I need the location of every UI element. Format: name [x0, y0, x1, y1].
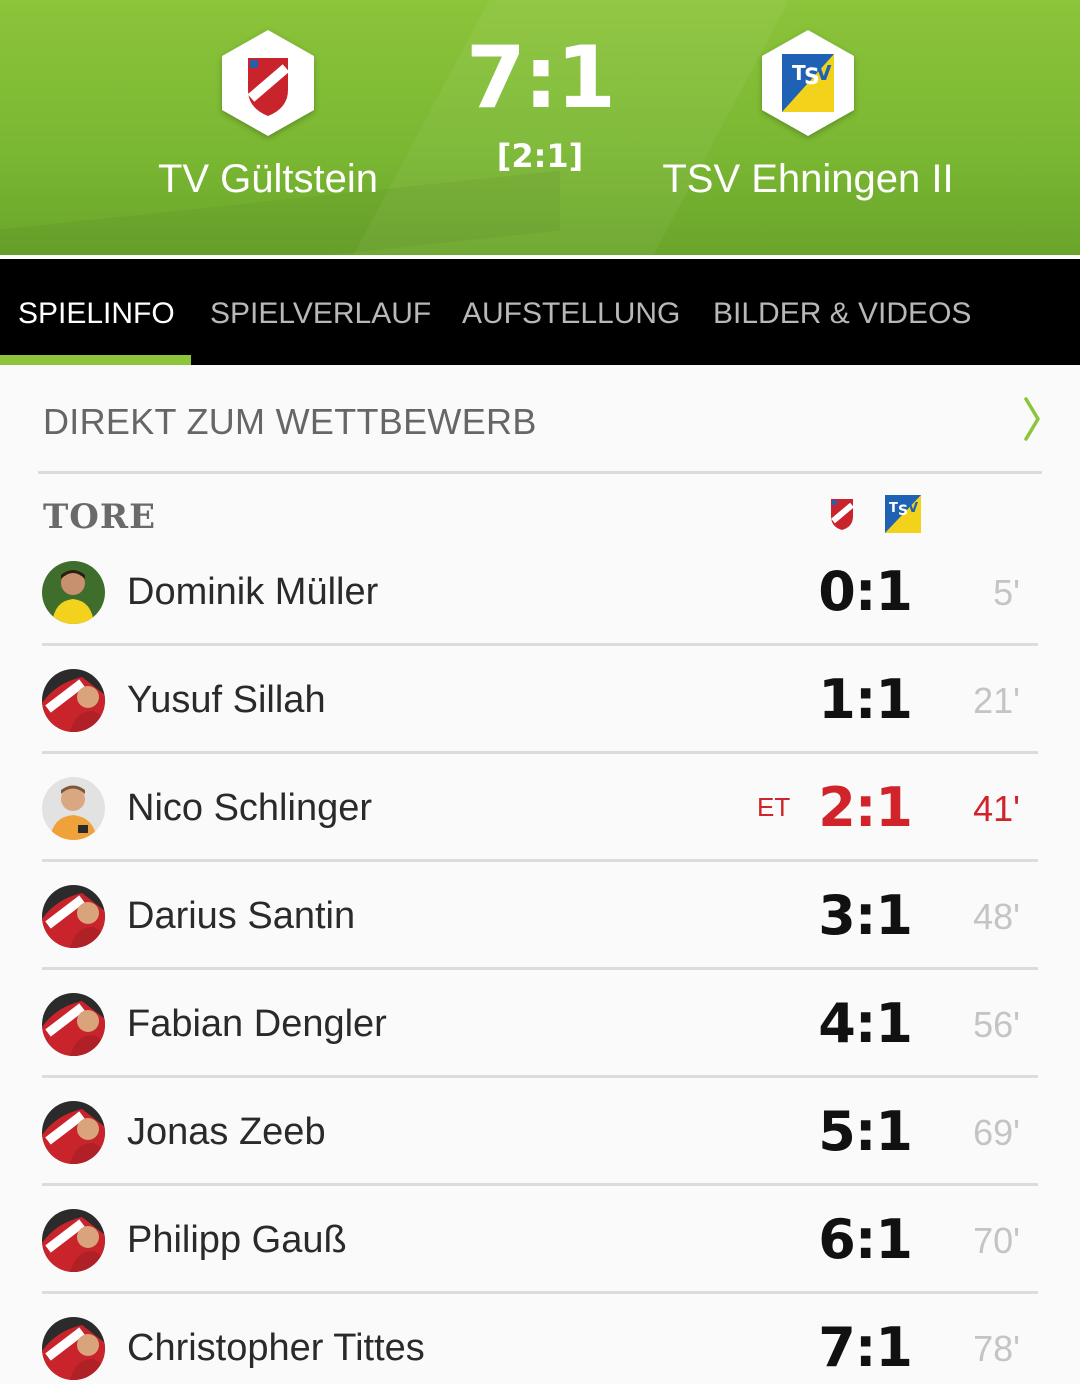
competition-link-label: DIREKT ZUM WETTBEWERB [43, 401, 537, 442]
goal-player-name: Darius Santin [127, 895, 356, 937]
goal-score: 6:1 [818, 1208, 913, 1271]
goal-player-name: Jonas Zeeb [127, 1111, 326, 1153]
goal-score: 4:1 [818, 992, 913, 1055]
goal-minute: 48' [973, 896, 1020, 937]
player-avatar [42, 1101, 105, 1164]
home-team[interactable]: TV Gültstein [78, 28, 458, 202]
goal-row[interactable]: Darius Santin 3:1 48' [42, 862, 1038, 970]
player-avatar [42, 561, 105, 624]
away-team[interactable]: T S V TSV Ehningen II [618, 28, 998, 202]
goal-row[interactable]: Dominik Müller 0:1 5' [42, 538, 1038, 646]
svg-text:V: V [908, 501, 918, 516]
tab-spielverlauf[interactable]: SPIELVERLAUF [210, 259, 431, 365]
halftime-score: [2:1] [496, 137, 584, 175]
svg-text:S: S [898, 503, 908, 519]
match-header: TV Gültstein 7:1 [2:1] T S V TSV Ehninge… [0, 0, 1080, 255]
goal-minute: 21' [973, 680, 1020, 721]
goal-player-name: Christopher Tittes [127, 1327, 425, 1369]
goal-score: 3:1 [818, 884, 913, 947]
goal-minute: 56' [973, 1004, 1020, 1045]
goal-player-name: Fabian Dengler [127, 1003, 387, 1045]
player-avatar [42, 993, 105, 1056]
goal-minute: 5' [993, 572, 1020, 613]
goal-player-name: Nico Schlinger [127, 787, 372, 829]
goal-row[interactable]: Christopher Tittes 7:1 78' [42, 1294, 1038, 1384]
goal-row[interactable]: Jonas Zeeb 5:1 69' [42, 1078, 1038, 1186]
goal-row[interactable]: Nico Schlinger ET 2:1 41' [42, 754, 1038, 862]
goal-minute: 69' [973, 1112, 1020, 1153]
goal-row[interactable]: Yusuf Sillah 1:1 21' [42, 646, 1038, 754]
goal-player-name: Philipp Gauß [127, 1219, 347, 1261]
goal-score: 0:1 [818, 560, 913, 623]
tab-aufstellung[interactable]: AUFSTELLUNG [462, 259, 680, 365]
svg-text:V: V [816, 61, 832, 85]
home-team-mini-crest-icon [826, 496, 858, 532]
player-avatar [42, 1317, 105, 1380]
tab-bilder-videos[interactable]: BILDER & VIDEOS [713, 259, 971, 365]
home-team-crest-icon [218, 28, 318, 138]
competition-link[interactable]: DIREKT ZUM WETTBEWERB [38, 365, 1042, 474]
goal-score: 5:1 [818, 1100, 913, 1163]
goal-score: 7:1 [818, 1316, 913, 1379]
tab-bar: SPIELINFO SPIELVERLAUF AUFSTELLUNG BILDE… [0, 259, 1080, 365]
goal-minute: 78' [973, 1328, 1020, 1369]
goal-score: 2:1 [818, 776, 913, 839]
home-team-name: TV Gültstein [157, 157, 379, 201]
goal-minute: 70' [973, 1220, 1020, 1261]
away-team-crest-icon: T S V [758, 28, 858, 138]
goal-player-name: Yusuf Sillah [127, 679, 326, 721]
chevron-right-icon [1022, 395, 1042, 443]
goal-row[interactable]: Philipp Gauß 6:1 70' [42, 1186, 1038, 1294]
player-avatar [42, 777, 105, 840]
match-score: 7:1 [465, 28, 616, 128]
away-team-name: TSV Ehningen II [662, 157, 954, 201]
active-tab-indicator [0, 355, 191, 365]
goal-row[interactable]: Fabian Dengler 4:1 56' [42, 970, 1038, 1078]
away-team-mini-crest-icon: T S V [884, 494, 922, 534]
player-avatar [42, 669, 105, 732]
goal-score: 1:1 [818, 668, 913, 731]
tab-spielinfo[interactable]: SPIELINFO [18, 259, 175, 365]
goals-section-title: TORE [43, 497, 157, 537]
svg-text:T: T [889, 501, 898, 516]
player-avatar [42, 885, 105, 948]
goal-minute: 41' [973, 788, 1020, 829]
goal-player-name: Dominik Müller [127, 571, 379, 613]
player-avatar [42, 1209, 105, 1272]
own-goal-badge: ET [757, 792, 791, 822]
